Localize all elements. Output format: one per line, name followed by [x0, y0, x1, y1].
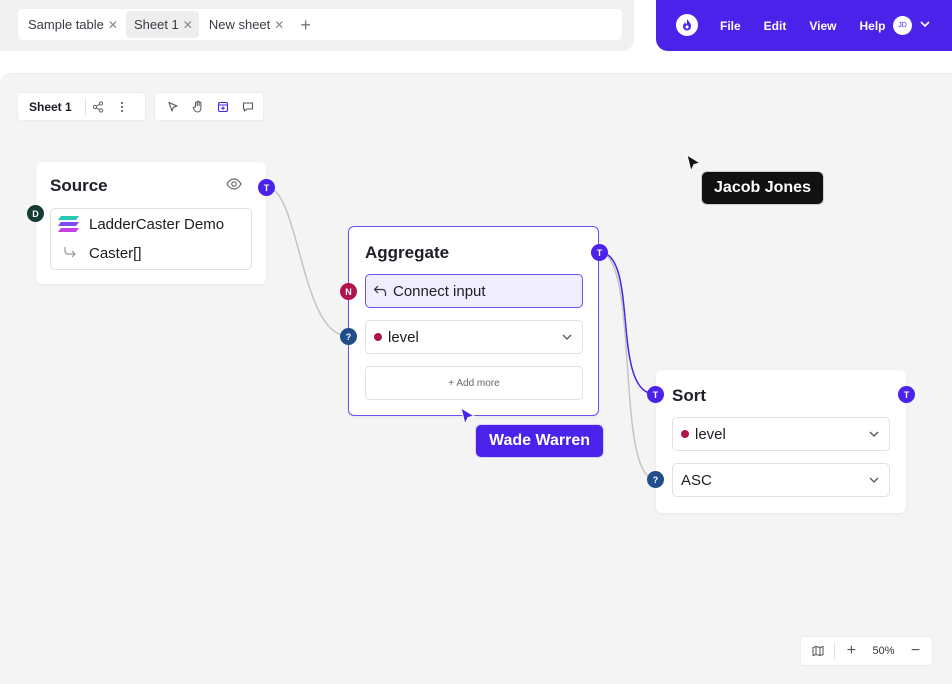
- tab-sheet-1[interactable]: Sheet 1 ✕: [125, 11, 199, 38]
- more-vertical-icon[interactable]: [110, 95, 134, 119]
- menu-edit[interactable]: Edit: [764, 19, 787, 33]
- app-bar: File Edit View Help JD: [656, 0, 952, 51]
- close-icon[interactable]: ✕: [274, 18, 284, 32]
- sheet-toolbar: Sheet 1: [17, 92, 146, 121]
- dataset-path: Caster[]: [89, 245, 142, 262]
- connect-input-label: Connect input: [393, 282, 486, 300]
- return-arrow-icon: [64, 247, 76, 258]
- tab-label: Sample table: [28, 17, 104, 32]
- flame-logo-icon[interactable]: [676, 14, 698, 36]
- share-icon[interactable]: [86, 95, 110, 119]
- chevron-down-icon: [869, 431, 879, 437]
- tab-list: Sample table ✕ Sheet 1 ✕ New sheet ✕ +: [18, 9, 622, 40]
- add-more-button[interactable]: + Add more: [365, 366, 583, 400]
- main-menu: File Edit View Help: [720, 0, 909, 51]
- tab-new-sheet[interactable]: New sheet ✕: [201, 11, 290, 38]
- add-more-label: + Add more: [448, 377, 500, 389]
- source-input-badge[interactable]: D: [27, 205, 44, 222]
- sort-output-badge[interactable]: T: [898, 386, 915, 403]
- field-value: level: [695, 425, 726, 443]
- node-title: Source: [50, 176, 108, 195]
- chevron-down-icon[interactable]: [918, 17, 932, 31]
- comment-icon[interactable]: [236, 95, 260, 119]
- zoom-controls: + 50% −: [800, 636, 933, 666]
- dataset-name: LadderCaster Demo: [89, 216, 225, 233]
- layers-logo-icon: [58, 216, 79, 232]
- aggregate-node[interactable]: Aggregate Connect input level + Add more: [348, 226, 599, 416]
- aggregate-output-badge[interactable]: T: [591, 244, 608, 261]
- plus-icon[interactable]: +: [300, 16, 311, 34]
- level-dot-icon: [374, 333, 382, 341]
- zoom-out-button[interactable]: −: [899, 637, 932, 665]
- collaborator-label-jacob: Jacob Jones: [701, 171, 824, 205]
- menu-view[interactable]: View: [809, 19, 836, 33]
- order-value: ASC: [681, 471, 712, 489]
- aggregate-field-badge[interactable]: ?: [340, 328, 357, 345]
- cursor-pointer-icon: [686, 153, 702, 173]
- collaborator-label-wade: Wade Warren: [475, 424, 604, 458]
- sort-node[interactable]: Sort level ASC: [656, 370, 906, 513]
- tab-label: New sheet: [208, 17, 271, 32]
- sort-field-select[interactable]: level: [672, 417, 890, 451]
- sheet-name[interactable]: Sheet 1: [29, 100, 72, 114]
- aggregate-field-select[interactable]: level: [365, 320, 583, 354]
- zoom-in-button[interactable]: +: [835, 637, 868, 665]
- cursor-pointer-icon: [460, 406, 476, 426]
- connect-input-button[interactable]: Connect input: [365, 274, 583, 308]
- tool-toolbar: [154, 92, 264, 121]
- menu-help[interactable]: Help: [859, 19, 885, 33]
- zoom-level: 50%: [872, 645, 895, 657]
- node-title: Sort: [672, 386, 706, 405]
- eye-icon[interactable]: [226, 178, 242, 190]
- source-node[interactable]: Source LadderCaster Demo Caster[]: [36, 162, 266, 284]
- avatar[interactable]: JD: [893, 16, 912, 35]
- field-value: level: [388, 328, 419, 346]
- level-dot-icon: [681, 430, 689, 438]
- chevron-down-icon: [562, 334, 572, 340]
- menu-file[interactable]: File: [720, 19, 741, 33]
- connect-badge[interactable]: N: [340, 283, 357, 300]
- tab-sample-table[interactable]: Sample table ✕: [20, 11, 124, 38]
- source-dataset-box[interactable]: LadderCaster Demo Caster[]: [50, 208, 252, 270]
- chevron-down-icon: [869, 477, 879, 483]
- pointer-icon[interactable]: [161, 95, 185, 119]
- tab-strip: Sample table ✕ Sheet 1 ✕ New sheet ✕ +: [0, 0, 634, 51]
- sort-order-badge[interactable]: ?: [647, 471, 664, 488]
- map-icon[interactable]: [801, 637, 834, 665]
- sort-input-badge[interactable]: T: [647, 386, 664, 403]
- tab-label: Sheet 1: [133, 17, 179, 32]
- close-icon[interactable]: ✕: [183, 18, 193, 32]
- source-output-badge[interactable]: T: [258, 179, 275, 196]
- node-title: Aggregate: [365, 243, 450, 262]
- add-frame-icon[interactable]: [211, 95, 235, 119]
- undo-arrow-icon: [373, 285, 387, 296]
- sort-order-select[interactable]: ASC: [672, 463, 890, 497]
- hand-icon[interactable]: [186, 95, 210, 119]
- close-icon[interactable]: ✕: [108, 18, 118, 32]
